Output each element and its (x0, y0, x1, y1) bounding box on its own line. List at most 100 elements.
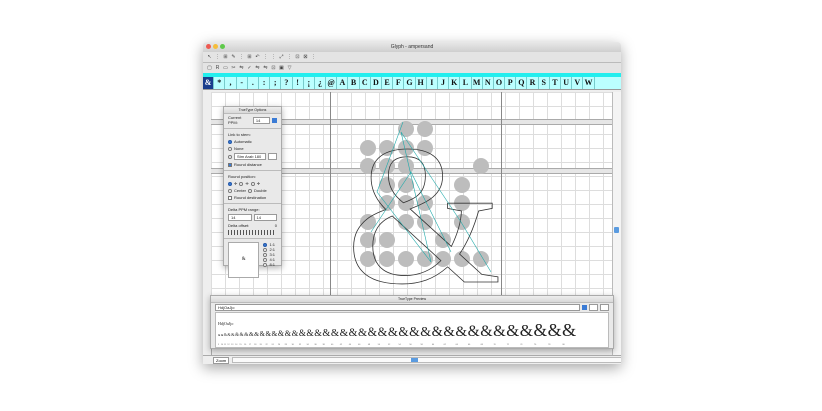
glyph-cell[interactable]: - (237, 77, 248, 89)
round-pos-radio-3[interactable] (250, 181, 255, 186)
round-destination-checkbox[interactable] (228, 195, 232, 200)
zoom-button[interactable] (220, 44, 225, 49)
preview-size-label: 70 (493, 344, 496, 346)
glyph-cell[interactable]: F (393, 77, 405, 89)
glyph-cell[interactable]: , (225, 77, 237, 89)
glyph-cell[interactable]: E (382, 77, 394, 89)
toolbar-tool[interactable]: ⊠ (303, 54, 308, 60)
glyph-cell[interactable]: . (248, 77, 259, 89)
horizontal-scrollbar[interactable] (232, 357, 621, 363)
glyph-cell[interactable]: * (214, 77, 226, 89)
toolbar-tool[interactable]: ⊞ (247, 54, 252, 60)
stem-edit-button[interactable] (268, 153, 277, 160)
toolbar-tool[interactable]: ⋮ (263, 54, 268, 60)
glyph-cell[interactable]: & (203, 77, 215, 89)
glyph-cell[interactable]: W (583, 77, 595, 89)
toolbar-tool[interactable]: ↶ (255, 54, 260, 60)
toolbar-tool[interactable]: ⋮ (287, 54, 292, 60)
glyph-cell[interactable]: ¿ (315, 77, 327, 89)
zoom-select[interactable]: Zoom (213, 356, 230, 364)
glyph-cell[interactable]: : (259, 77, 271, 89)
preview-size-label: 74 (520, 344, 523, 346)
glyph-cell[interactable]: K (449, 77, 461, 89)
close-button[interactable] (206, 44, 211, 49)
toolbar-tool[interactable]: ⤢ (279, 54, 284, 60)
toolbar-tool[interactable]: ▢ (207, 65, 212, 71)
glyph-cell[interactable]: U (561, 77, 573, 89)
stem-radio[interactable] (228, 154, 232, 159)
scale-radio[interactable] (263, 242, 268, 247)
toolbar-tool[interactable]: ⋮ (215, 54, 220, 60)
glyph-cell[interactable]: J (438, 77, 450, 89)
glyph-cell[interactable]: C (360, 77, 371, 89)
round-distance-checkbox[interactable] (228, 162, 232, 167)
toolbar-tool[interactable]: ✓ (247, 65, 252, 71)
glyph-outline[interactable]: & (341, 112, 501, 292)
ppm-stepper[interactable] (272, 117, 277, 123)
delta-offset-slider[interactable] (228, 230, 276, 235)
toolbar-tool[interactable]: ▽ (287, 65, 292, 71)
glyph-cell[interactable]: D (371, 77, 382, 89)
glyph-cell[interactable]: ¡ (304, 77, 315, 89)
toolbar-tool[interactable]: ⊞ (223, 54, 228, 60)
toolbar-tool[interactable]: ✎ (231, 54, 236, 60)
glyph-cell[interactable]: B (348, 77, 360, 89)
scale-radio[interactable] (263, 247, 268, 252)
glyph-cell[interactable]: ? (281, 77, 293, 89)
round-pos-radio-2[interactable] (239, 181, 244, 186)
minimize-button[interactable] (213, 44, 218, 49)
stem-select[interactable]: Stm Arab 180 (234, 153, 266, 160)
none-radio[interactable] (228, 146, 232, 151)
glyph-cell[interactable]: S (539, 77, 550, 89)
toolbar-tool[interactable]: ⋮ (311, 54, 316, 60)
scale-radio[interactable] (263, 257, 268, 262)
preview-glyph: & (244, 332, 249, 338)
glyph-cell[interactable]: @ (326, 77, 338, 89)
toolbar-tool[interactable]: ↖ (207, 54, 212, 60)
preview-stepper[interactable] (582, 305, 588, 310)
preview-size-label: 52 (388, 344, 391, 346)
glyph-cell[interactable]: T (550, 77, 561, 89)
toolbar-tool[interactable]: ⋮ (271, 54, 276, 60)
center-radio[interactable] (228, 188, 232, 193)
glyph-cell[interactable]: N (483, 77, 494, 89)
toolbar-tool[interactable]: ✂ (231, 65, 236, 71)
glyph-cell[interactable]: H (416, 77, 427, 89)
toolbar-tool[interactable]: ⋮ (239, 54, 244, 60)
toolbar-tool[interactable]: ⇋ (255, 65, 260, 71)
glyph-cell[interactable]: ! (293, 77, 304, 89)
scale-radio[interactable] (263, 252, 268, 257)
glyph-cell[interactable]: A (337, 77, 349, 89)
scale-option[interactable]: 8:1 (261, 262, 277, 267)
ppm-field[interactable]: 14 (252, 116, 271, 124)
glyph-cell[interactable]: R (527, 77, 539, 89)
toolbar-tool[interactable]: ⇋ (263, 65, 268, 71)
panel-title: TrueType Options (224, 107, 281, 114)
glyph-cell[interactable]: V (572, 77, 584, 89)
glyph-cell[interactable]: L (460, 77, 472, 89)
delta-to-field[interactable]: 14 (253, 214, 277, 221)
scale-radio[interactable] (263, 262, 268, 267)
glyph-cell[interactable]: O (494, 77, 506, 89)
toolbar-tool[interactable]: ⊡ (295, 54, 300, 60)
preview-size-label: 32 (298, 344, 302, 346)
toolbar-tool[interactable]: ⇋ (239, 65, 244, 71)
toolbar-tool[interactable]: R (215, 65, 220, 71)
glyph-cell[interactable]: P (505, 77, 517, 89)
toolbar-tool[interactable]: ⊡ (271, 65, 276, 71)
minus-button[interactable] (589, 304, 599, 311)
delta-from-field[interactable]: 14 (228, 214, 252, 221)
glyph-cell[interactable]: G (404, 77, 416, 89)
glyph-cell[interactable]: ; (270, 77, 282, 89)
automatic-radio[interactable] (228, 139, 232, 144)
toolbar-tool[interactable]: ▭ (223, 65, 228, 71)
preview-text-field[interactable]: HdjOaJjo (215, 304, 581, 311)
double-radio[interactable] (248, 188, 253, 193)
round-pos-radio-1[interactable] (228, 181, 232, 186)
up-button[interactable] (600, 304, 609, 311)
glyph-cell[interactable]: Q (516, 77, 528, 89)
glyph-cell[interactable]: I (427, 77, 438, 89)
preview-size-label: 80 (562, 344, 565, 346)
glyph-cell[interactable]: M (472, 77, 483, 89)
toolbar-tool[interactable]: ▣ (279, 65, 284, 71)
